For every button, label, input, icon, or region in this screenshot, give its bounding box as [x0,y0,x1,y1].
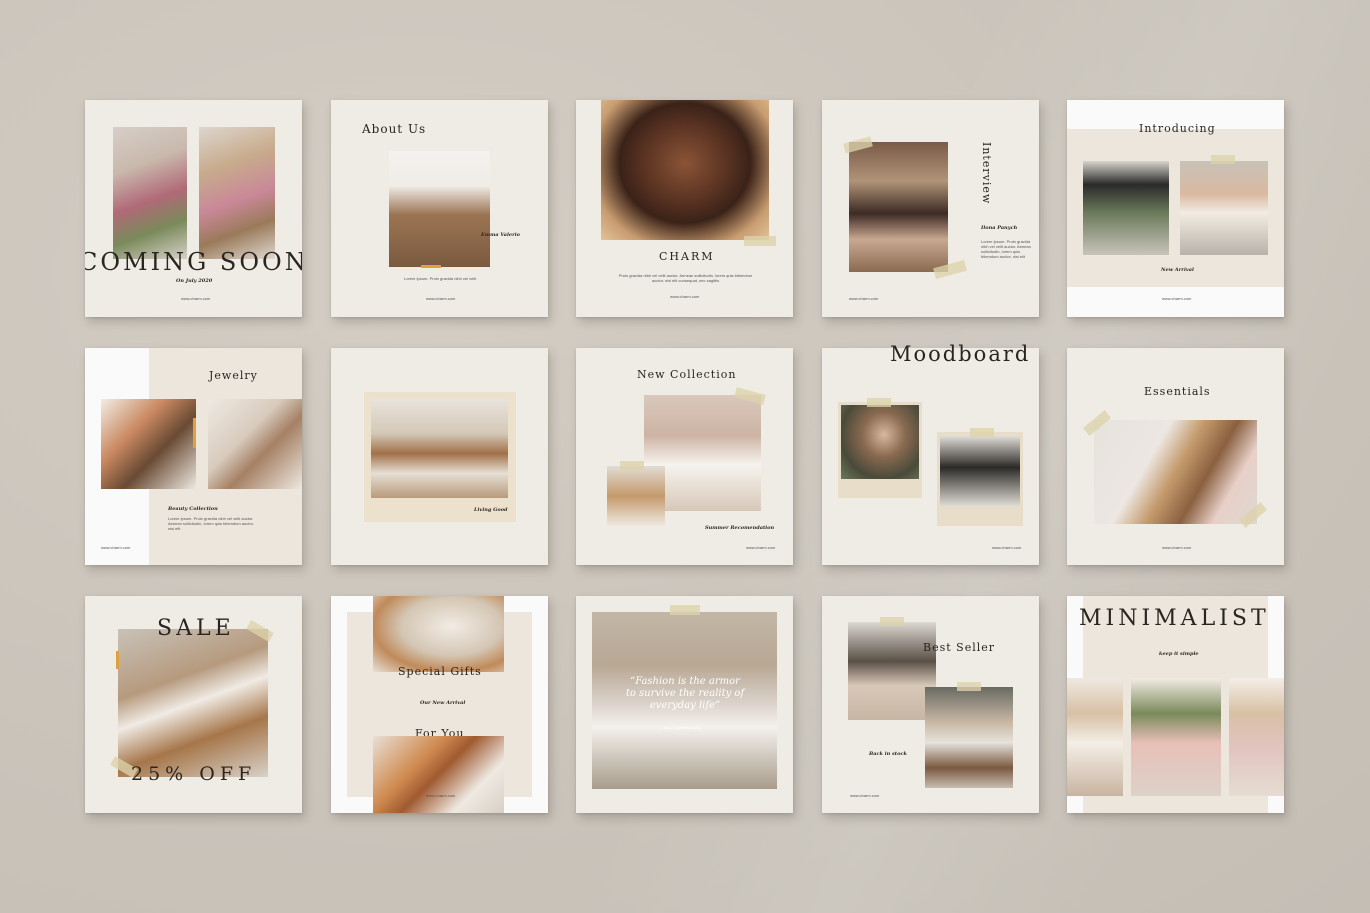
photo-best-right [925,687,1013,788]
photo-gifts-top [373,596,504,672]
jewelry-subtitle: Beauty Collection [168,506,218,512]
tape-strip [1211,155,1235,164]
tape-left [867,398,891,407]
card-quote: “Fashion is the armor to survive the rea… [576,596,793,813]
living-caption: Living Good [474,507,508,513]
card-introducing: Introducing New Arrival www.charm.com [1067,100,1284,317]
new-collection-caption: Summer Recomendation [705,525,775,531]
jewelry-body: Lorem Ipsum. Proin gravida nibh vel veli… [168,516,254,531]
sale-title: SALE [157,616,235,641]
card-essentials: Essentials www.charm.com [1067,348,1284,565]
charm-url: www.charm.com [670,294,700,299]
photo-moodboard-right [940,435,1020,507]
sale-offer: 25% OFF [131,763,257,785]
card-living: Living Good [331,348,548,565]
tape-right [970,428,994,437]
best-seller-url: www.charm.com [850,793,880,798]
photo-essentials [1094,420,1257,524]
gifts-title: Special Gifts [398,665,482,678]
photo-intro-left [1083,161,1169,255]
card-minimalist: MINIMALIST keep it simple [1067,596,1284,813]
minimalist-subtitle: keep it simple [1159,651,1199,657]
new-collection-url: www.charm.com [746,545,776,550]
jewelry-accent-bar [193,418,196,448]
photo-gifts-bottom [373,736,504,813]
photo-sale [118,629,268,777]
best-seller-subtitle: Back in stock [869,751,907,757]
about-title: About Us [362,122,427,136]
photo-model-right [199,127,275,259]
photo-jewelry-right [208,399,302,489]
minimalist-title: MINIMALIST [1079,606,1270,631]
quote-text: “Fashion is the armor to survive the rea… [625,676,745,711]
photo-minimalist-1 [1067,678,1123,796]
gifts-subtitle: Our New Arrival [420,700,466,706]
photo-charm-face [601,100,769,240]
card-best-seller: Best Seller Back in stock www.charm.com [822,596,1039,813]
photo-model-left [113,127,187,259]
card-coming-soon: COMING SOON On July 2020 www.charm.com [85,100,302,317]
introducing-title: Introducing [1139,122,1216,135]
jewelry-title: Jewelry [209,369,258,382]
charm-body: Proin gravida nibh vel velit auctor. Aen… [618,273,753,283]
sale-accent-bar [116,651,119,669]
card-interview: Interview Ilona Panych Lorem Ipsum. Proi… [822,100,1039,317]
tape-top [670,605,700,615]
card-about-us: About Us Emma Valerio Lorem Ipsum. Proin… [331,100,548,317]
interview-url: www.charm.com [849,296,879,301]
best-seller-title: Best Seller [923,641,996,654]
gifts-url: www.charm.com [426,793,456,798]
card-charm: CHARM Proin gravida nibh vel velit aucto… [576,100,793,317]
essentials-title: Essentials [1144,385,1211,398]
card-sale: SALE 25% OFF [85,596,302,813]
photo-minimalist-3 [1229,678,1284,796]
tape-left [880,617,904,626]
photo-jewelry-left [101,399,196,489]
about-body: Lorem Ipsum. Proin gravida nibh vel veli… [404,276,477,281]
tape-inset [620,461,644,470]
interview-name: Ilona Panych [981,225,1018,231]
introducing-subtitle: New Arrival [1161,267,1194,273]
card-new-collection: New Collection Summer Recomendation www.… [576,348,793,565]
coming-soon-url: www.charm.com [181,296,211,301]
moodboard-title: Moodboard [890,342,1031,366]
coming-soon-title: COMING SOON [85,248,302,276]
jewelry-url: www.charm.com [101,545,131,550]
interview-title: Interview [980,142,993,205]
photo-interview-portrait [849,142,948,272]
card-jewelry: Jewelry Beauty Collection Lorem Ipsum. P… [85,348,302,565]
interview-body: Lorem Ipsum. Proin gravida nibh vel veli… [981,239,1031,259]
photo-best-left [848,622,936,720]
card-special-gifts: Special Gifts Our New Arrival For You ww… [331,596,548,813]
essentials-url: www.charm.com [1162,545,1192,550]
photo-about-portrait [389,151,490,267]
tape-strip [744,236,776,246]
new-collection-title: New Collection [637,368,737,381]
card-moodboard: Moodboard www.charm.com [822,342,1039,565]
about-url: www.charm.com [426,296,456,301]
quote-author: — BILL CUNNINGHAM [659,725,701,730]
moodboard-url: www.charm.com [992,545,1022,550]
photo-living-room [371,399,508,498]
charm-title: CHARM [659,250,715,263]
tape-right [957,682,981,691]
photo-collection-inset [607,466,665,526]
coming-soon-date: On July 2020 [176,278,213,284]
about-accent-bar [421,265,441,268]
about-name: Emma Valerio [481,232,520,238]
photo-moodboard-left [841,405,919,479]
photo-minimalist-2 [1131,678,1221,796]
introducing-url: www.charm.com [1162,296,1192,301]
photo-intro-right [1180,161,1268,255]
